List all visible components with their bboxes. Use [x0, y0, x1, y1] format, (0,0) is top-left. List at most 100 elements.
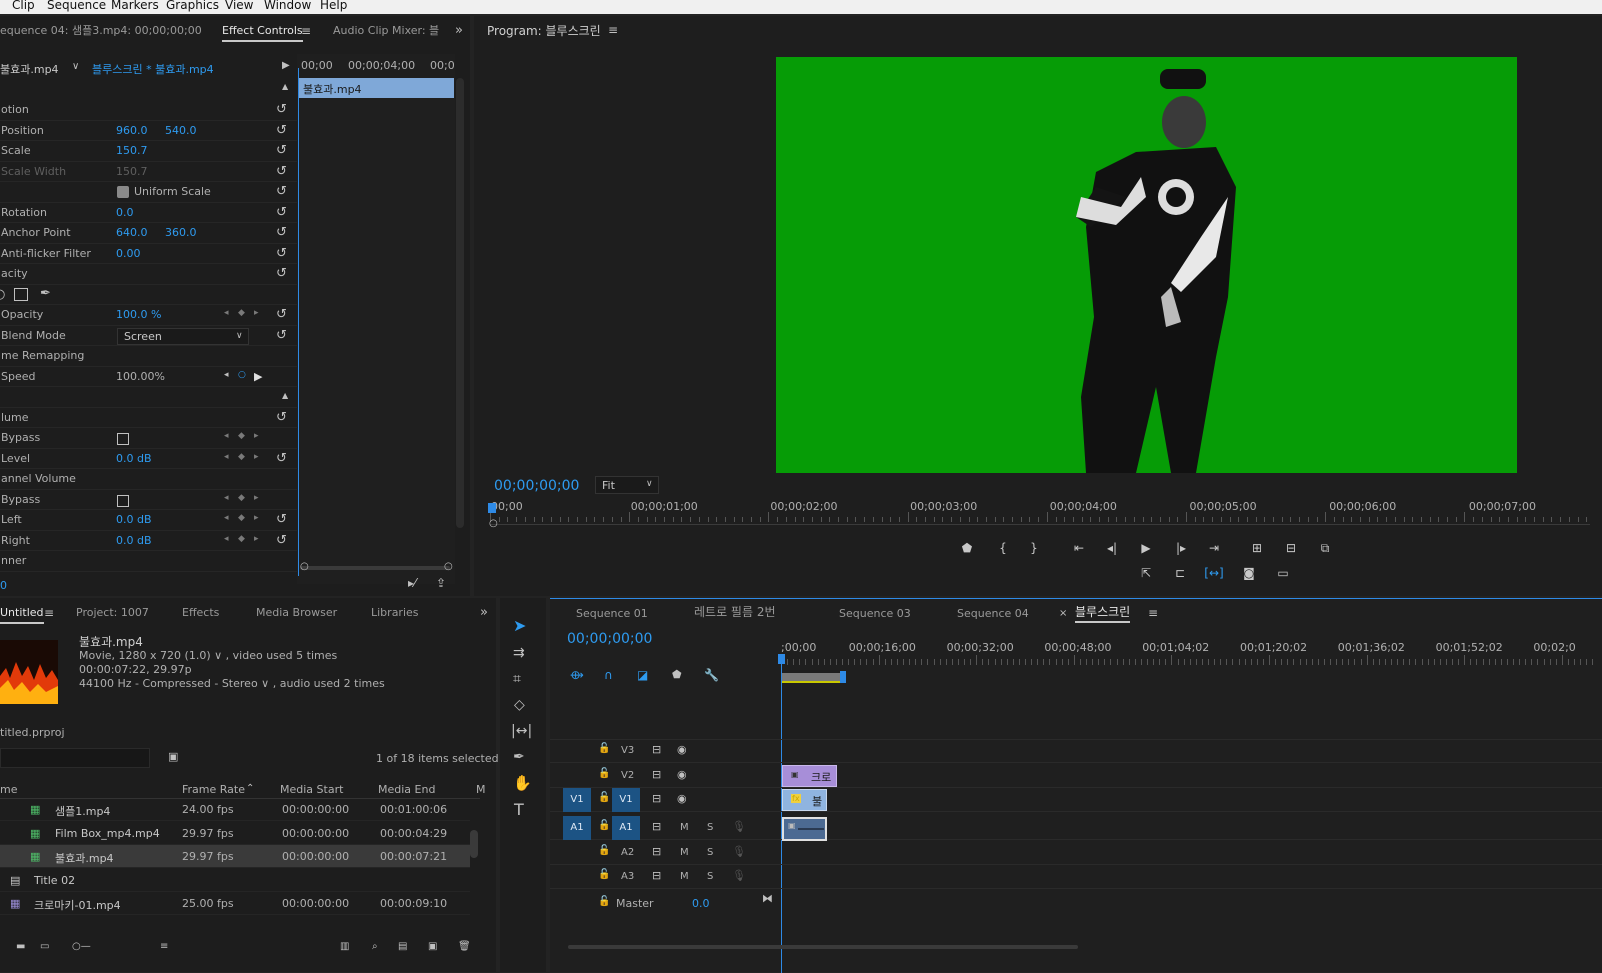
reset-parameter-icon[interactable]: ↺: [276, 124, 287, 137]
prev-keyframe-icon[interactable]: ◂: [224, 452, 229, 462]
extract-icon[interactable]: ⊟: [1282, 540, 1300, 556]
bypass-checkbox[interactable]: [117, 433, 129, 445]
property-label[interactable]: Bypass: [1, 431, 40, 444]
clip-a1[interactable]: ▣: [782, 817, 827, 841]
property-value[interactable]: 0.0: [116, 206, 134, 219]
master-clip-name[interactable]: 불효과.mp4: [0, 61, 59, 77]
property-value[interactable]: 0.00: [116, 247, 141, 260]
tab-sequence-01[interactable]: Sequence 01: [576, 599, 648, 629]
mute-button[interactable]: M: [680, 822, 689, 833]
mute-button[interactable]: M: [680, 871, 689, 882]
tab-libraries[interactable]: Libraries: [371, 598, 419, 628]
solo-button[interactable]: S: [707, 822, 713, 833]
menu-view[interactable]: View: [225, 0, 253, 12]
eye-icon[interactable]: ◉: [677, 769, 687, 780]
col-media-start[interactable]: Media Start: [280, 783, 343, 796]
program-scrub-bar[interactable]: [490, 524, 1590, 525]
go-to-end-icon[interactable]: ⧓: [762, 893, 773, 904]
menu-help[interactable]: Help: [320, 0, 347, 12]
reset-parameter-icon[interactable]: ↺: [276, 329, 287, 342]
sync-lock-icon[interactable]: ⊟: [652, 744, 661, 755]
add-marker-icon[interactable]: ⬟: [958, 540, 976, 556]
property-label[interactable]: Level: [1, 452, 30, 465]
multi-camera-icon[interactable]: [↔]: [1204, 565, 1223, 581]
sync-lock-icon[interactable]: ⊟: [652, 870, 661, 881]
prev-keyframe-icon[interactable]: ◂: [224, 370, 229, 380]
add-keyframe-icon[interactable]: ◆: [238, 452, 245, 462]
tab-project[interactable]: Project: 1007: [76, 598, 149, 628]
more-panels-icon[interactable]: »: [455, 24, 463, 37]
track-name[interactable]: V1: [612, 788, 640, 812]
property-label[interactable]: Bypass: [1, 493, 40, 506]
solo-button[interactable]: S: [707, 871, 713, 882]
step-back-icon[interactable]: ◂|: [1103, 540, 1121, 556]
project-item-row[interactable]: ▦ Film Box_mp4.mp4 29.97 fps 00:00:00:00 00:…: [0, 822, 470, 845]
lift-icon[interactable]: ⊞: [1248, 540, 1266, 556]
tab-source[interactable]: equence 04: 샘플3.mp4: 00;00;00;00: [0, 16, 202, 46]
property-value[interactable]: 0.0 dB: [116, 534, 152, 547]
go-to-out-icon[interactable]: ⇥: [1205, 540, 1223, 556]
more-panels-icon[interactable]: »: [480, 606, 488, 619]
menu-markers[interactable]: Markers: [111, 0, 159, 12]
reset-parameter-icon[interactable]: ↺: [276, 206, 287, 219]
collapse-up-icon-audio[interactable]: ▲: [282, 392, 288, 400]
sync-lock-icon[interactable]: ⊟: [652, 821, 661, 832]
source-patch-v1[interactable]: V1: [563, 788, 591, 812]
menu-sequence[interactable]: Sequence: [47, 0, 106, 12]
property-value-2[interactable]: 360.0: [165, 226, 197, 239]
pen-tool-icon[interactable]: ✒: [513, 750, 525, 764]
mark-out-icon[interactable]: }: [1025, 540, 1043, 556]
add-keyframe-icon[interactable]: ◆: [238, 514, 245, 523]
prev-keyframe-icon[interactable]: ◂: [224, 493, 229, 503]
property-label[interactable]: Position: [1, 124, 44, 137]
menu-window[interactable]: Window: [264, 0, 311, 12]
property-value[interactable]: 640.0: [116, 226, 148, 239]
selection-tool-icon[interactable]: ➤: [513, 618, 526, 634]
safe-margins-icon[interactable]: ⊏: [1171, 565, 1189, 581]
add-keyframe-icon[interactable]: ◆: [238, 493, 245, 503]
microphone-icon[interactable]: 🎙: [732, 821, 746, 832]
razor-tool-icon[interactable]: ◇: [514, 698, 525, 712]
microphone-icon[interactable]: 🎙: [732, 846, 746, 857]
mute-button[interactable]: M: [680, 847, 689, 858]
property-label[interactable]: Rotation: [1, 206, 47, 219]
property-value[interactable]: 150.7: [116, 165, 148, 178]
menu-clip[interactable]: Clip: [12, 0, 35, 12]
panel-menu-icon[interactable]: ≡: [301, 25, 311, 37]
property-label[interactable]: lume: [1, 411, 29, 424]
ec-bottom-timecode[interactable]: 0: [0, 579, 7, 592]
sync-lock-icon[interactable]: ⊟: [652, 846, 661, 857]
prev-keyframe-icon[interactable]: ◂: [224, 309, 229, 318]
property-value[interactable]: 960.0: [116, 124, 148, 137]
property-label[interactable]: annel Volume: [1, 472, 76, 485]
clip-v1[interactable]: fx 불: [782, 789, 827, 811]
tab-untitled[interactable]: Untitled: [0, 598, 44, 628]
reset-parameter-icon[interactable]: ↺: [276, 165, 287, 178]
project-item-row[interactable]: ▦ 크로마키-01.mp4 25.00 fps 00:00:00:00 00:00:09…: [0, 892, 470, 916]
zoom-slider-icon[interactable]: ○—: [72, 942, 91, 952]
project-item-row[interactable]: ▦ 불효과.mp4 29.97 fps 00:00:00:00 00:00:07:21: [0, 845, 470, 869]
project-scrollbar[interactable]: [470, 830, 478, 858]
tab-media-browser[interactable]: Media Browser: [256, 598, 337, 628]
trash-icon[interactable]: 🗑: [458, 942, 471, 952]
ripple-edit-tool-icon[interactable]: ⌗: [513, 672, 521, 686]
sequence-clip-name[interactable]: 블루스크린 * 불효과.mp4: [92, 61, 214, 77]
eye-icon[interactable]: ◉: [677, 793, 687, 804]
menu-graphics[interactable]: Graphics: [166, 0, 219, 12]
property-value-2[interactable]: 540.0: [165, 124, 197, 137]
reset-parameter-icon[interactable]: ↺: [276, 103, 287, 116]
ec-playhead[interactable]: [298, 68, 299, 576]
list-view-icon[interactable]: ▬: [16, 942, 25, 952]
track-select-tool-icon[interactable]: ⇉: [513, 646, 525, 660]
property-value[interactable]: 150.7: [116, 144, 148, 157]
reset-parameter-icon[interactable]: ↺: [276, 267, 287, 280]
sort-ascending-icon[interactable]: ⌃: [246, 784, 254, 794]
reset-parameter-icon[interactable]: ↺: [276, 452, 287, 465]
next-keyframe-icon[interactable]: ▸: [254, 514, 259, 523]
ec-hscroll[interactable]: [300, 566, 450, 570]
collapse-up-icon[interactable]: ▲: [282, 83, 288, 91]
panel-menu-icon-program[interactable]: ≡: [608, 24, 618, 36]
reset-parameter-icon[interactable]: ↺: [276, 185, 287, 198]
add-keyframe-icon[interactable]: ◆: [238, 309, 245, 318]
play-only-icon[interactable]: ▶: [282, 61, 290, 71]
